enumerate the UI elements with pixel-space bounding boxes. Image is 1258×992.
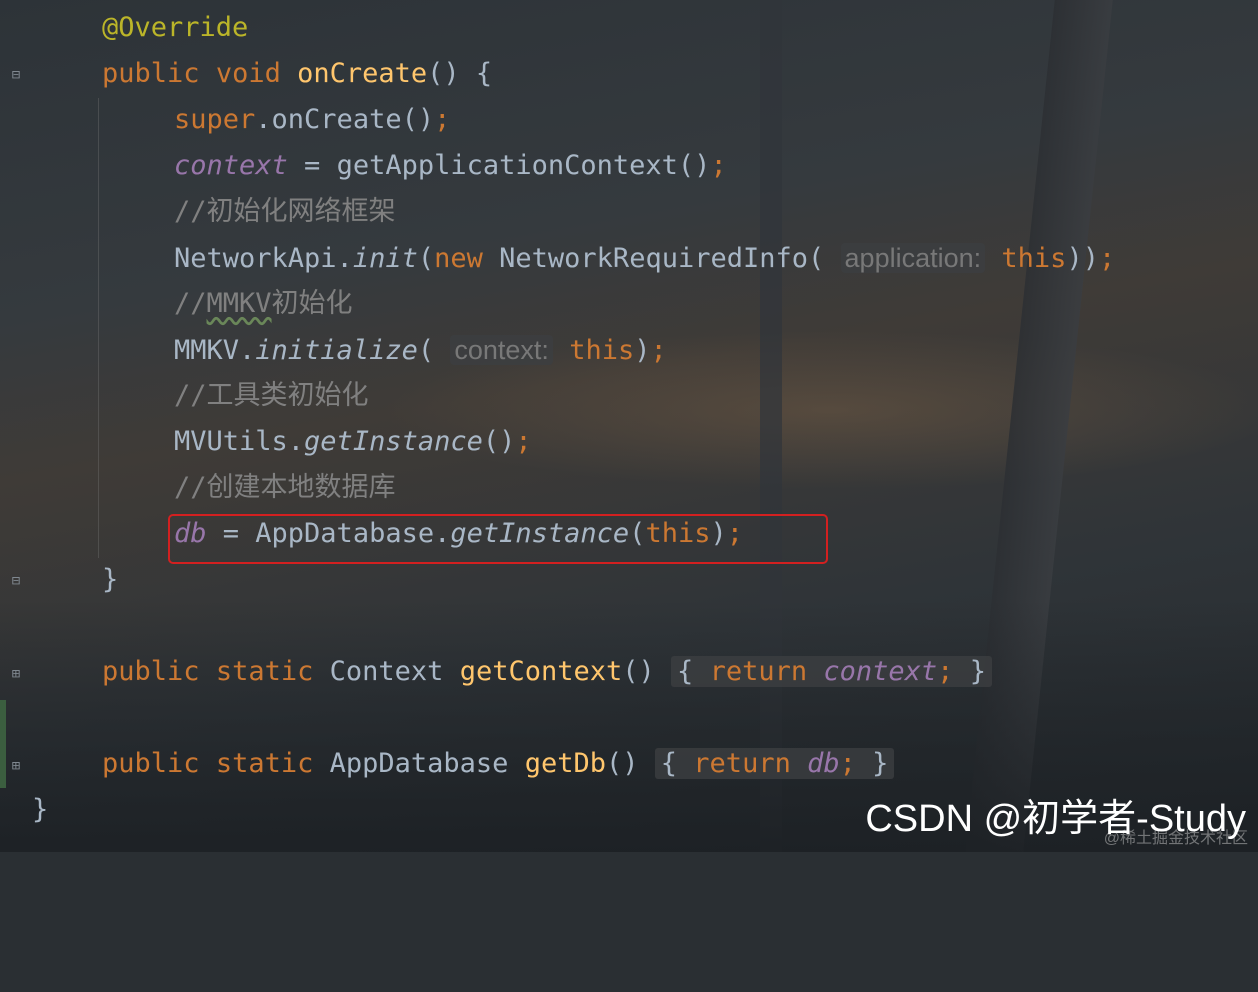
folded-region[interactable]: { return db; } [654, 748, 895, 779]
code-line: public static Context getContext() { ret… [102, 649, 992, 695]
code-line: MMKV.initialize( context: this); [174, 335, 667, 366]
code-line: } [102, 564, 119, 595]
parameter-hint: application: [840, 243, 986, 273]
code-line: public void onCreate() { [102, 58, 493, 89]
code-comment: //工具类初始化 [174, 380, 369, 411]
parameter-hint: context: [450, 335, 553, 365]
code-line: NetworkApi.init(new NetworkRequiredInfo(… [174, 243, 1116, 274]
highlight-box [168, 514, 828, 564]
folded-region[interactable]: { return context; } [671, 656, 992, 687]
code-comment: //创建本地数据库 [174, 472, 396, 503]
code-line: context = getApplicationContext(); [174, 150, 727, 181]
code-line: super.onCreate(); [174, 104, 451, 135]
code-line: @Override [102, 12, 249, 43]
code-line: public static AppDatabase getDb() { retu… [102, 741, 895, 787]
code-editor[interactable]: @Override public void onCreate() { super… [0, 0, 1115, 992]
code-line: MVUtils.getInstance(); [174, 426, 532, 457]
indent-guide [98, 98, 99, 558]
watermark: CSDN @初学者-Study [865, 798, 1246, 840]
code-comment: //MMKV初始化 [174, 288, 353, 319]
code-comment: //初始化网络框架 [174, 196, 396, 227]
code-line: } [32, 794, 49, 825]
